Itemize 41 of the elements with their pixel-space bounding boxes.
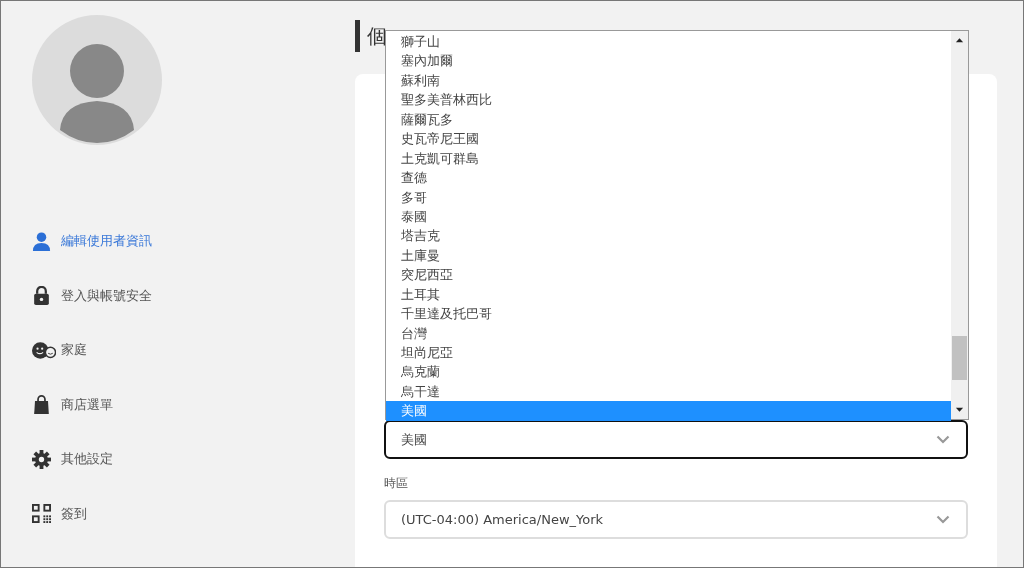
dropdown-option[interactable]: 蘇利南 — [386, 70, 951, 91]
sidebar-item[interactable]: 登入與帳號安全 — [1, 268, 195, 323]
dropdown-option[interactable]: 千里達及托巴哥 — [386, 304, 951, 324]
page-title: 個 — [367, 24, 387, 48]
person-icon — [32, 231, 51, 251]
dropdown-option[interactable]: 塔吉克 — [386, 226, 951, 246]
dropdown-option[interactable]: 多哥 — [386, 187, 951, 207]
faces-icon — [32, 340, 56, 360]
chevron-icon — [936, 435, 950, 444]
shopping-bag-icon — [32, 395, 51, 415]
sidebar-item[interactable]: 家庭 — [1, 323, 195, 378]
dropdown-option[interactable]: 土耳其 — [386, 284, 951, 305]
dropdown-option[interactable]: 台灣 — [386, 323, 951, 343]
sidebar-item[interactable]: 商店選單 — [1, 377, 195, 432]
dropdown-option[interactable]: 塞內加爾 — [386, 51, 951, 71]
sidebar-item[interactable]: 編輯使用者資訊 — [1, 214, 195, 269]
dropdown-option[interactable]: 獅子山 — [386, 32, 951, 52]
dropdown-option[interactable]: 薩爾瓦多 — [386, 109, 951, 130]
dropdown-option[interactable]: 烏干達 — [386, 381, 951, 402]
dropdown-option[interactable]: 烏克蘭 — [386, 362, 951, 382]
scrollbar-thumb[interactable] — [952, 336, 967, 380]
scroll-up-icon[interactable] — [955, 37, 964, 43]
dropdown-option[interactable]: 查德 — [386, 168, 951, 188]
timezone-select[interactable]: (UTC-04:00) America/New_York — [384, 500, 968, 539]
lock-icon — [32, 286, 51, 306]
dropdown-option[interactable]: 聖多美普林西比 — [386, 90, 951, 110]
sidebar-item[interactable]: 簽到 — [1, 486, 195, 541]
sidebar-item[interactable]: 其他設定 — [1, 432, 195, 487]
settings-icon — [32, 449, 51, 469]
chevron-icon — [936, 515, 950, 524]
scrollbar[interactable] — [951, 31, 968, 419]
dropdown-option[interactable]: 土克凱可群島 — [386, 148, 951, 169]
scroll-down-icon[interactable] — [955, 407, 964, 413]
dropdown-option[interactable]: 突尼西亞 — [386, 265, 951, 285]
dropdown-option[interactable]: 泰國 — [386, 206, 951, 227]
dropdown-option[interactable]: 史瓦帝尼王國 — [386, 129, 951, 149]
dropdown-option[interactable]: 坦尚尼亞 — [386, 343, 951, 363]
qr-code-icon — [32, 504, 51, 524]
field-label: 時區 — [384, 475, 409, 492]
country-select[interactable]: 美國 — [384, 420, 968, 459]
dropdown-option[interactable]: 土庫曼 — [386, 245, 951, 266]
